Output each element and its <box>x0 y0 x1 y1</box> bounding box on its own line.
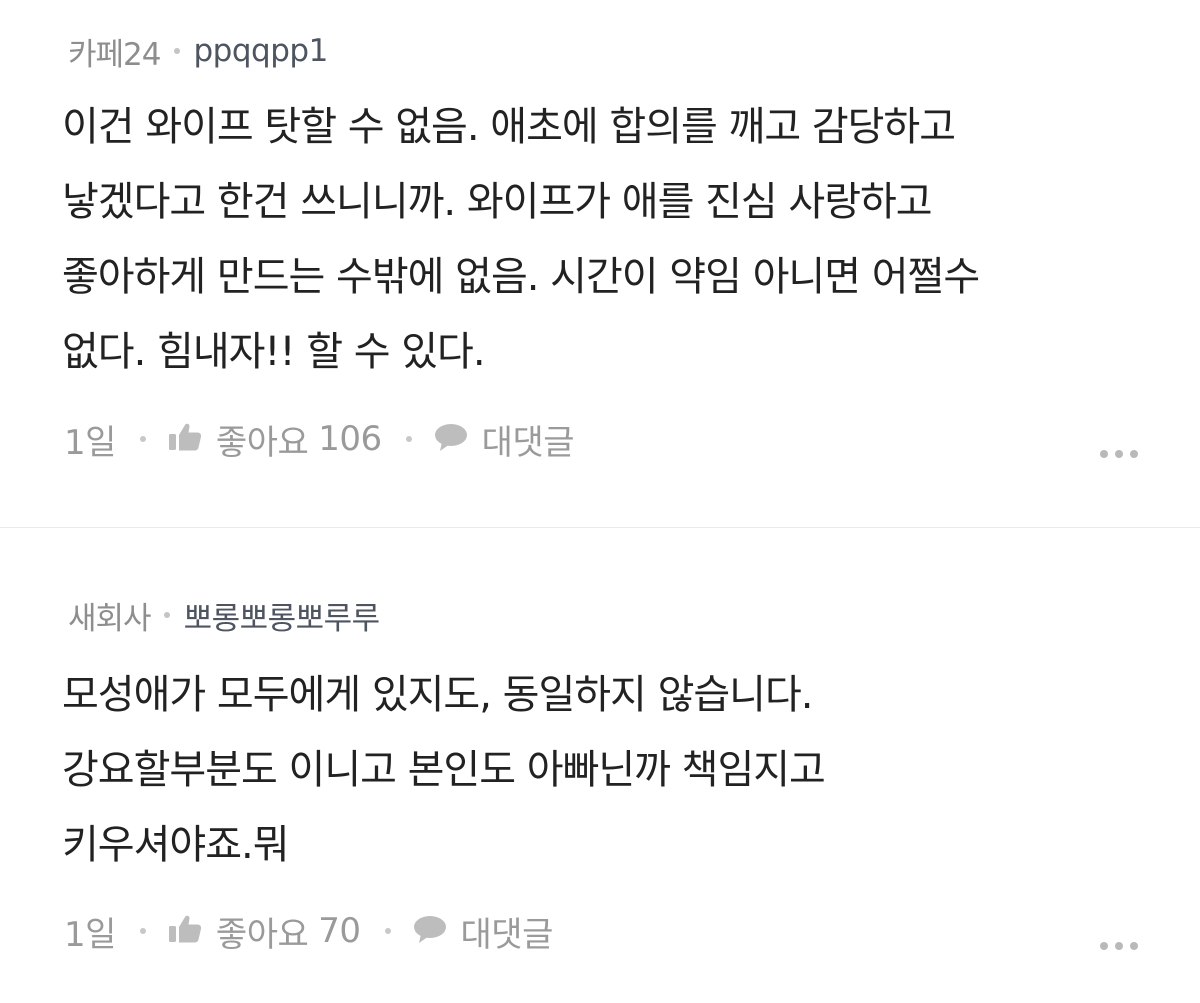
comment-item: 새회사 뽀롱뽀롱뽀루루 모성애가 모두에게 있지도, 동일하지 않습니다. 강요… <box>0 0 1200 1003</box>
username[interactable]: 뽀롱뽀롱뽀루루 <box>184 593 381 638</box>
separator-dot <box>384 928 391 934</box>
comment-body-line: 키우셔야죠.뭐 <box>62 822 290 868</box>
more-horizontal-icon <box>1100 942 1108 950</box>
comment-time: 1일 <box>64 914 116 955</box>
separator-dot <box>163 612 170 618</box>
comment-body-line: 강요할부분도 이니고 본인도 아빠닌까 책임지고 <box>62 747 826 793</box>
comment-body: 모성애가 모두에게 있지도, 동일하지 않습니다. 강요할부분도 이니고 본인도… <box>62 658 1142 883</box>
comment-actions: 1일 좋아요 70 대댓글 <box>64 907 553 956</box>
reply-label: 대댓글 <box>460 914 554 955</box>
more-options-button[interactable] <box>1100 936 1138 956</box>
reply-button[interactable]: 대댓글 <box>413 907 553 956</box>
separator-dot <box>139 928 146 934</box>
more-horizontal-icon <box>1130 942 1138 950</box>
thumbs-up-icon <box>168 913 202 953</box>
comment-meta: 새회사 뽀롱뽀롱뽀루루 <box>68 593 381 638</box>
comment-body-line: 모성애가 모두에게 있지도, 동일하지 않습니다. <box>62 672 814 718</box>
like-count: 70 <box>318 911 361 951</box>
like-label: 좋아요 <box>215 914 309 955</box>
speech-bubble-icon <box>413 913 447 953</box>
more-horizontal-icon <box>1115 942 1123 950</box>
cafe-name[interactable]: 새회사 <box>68 593 152 638</box>
like-button[interactable]: 좋아요 70 <box>168 907 361 956</box>
